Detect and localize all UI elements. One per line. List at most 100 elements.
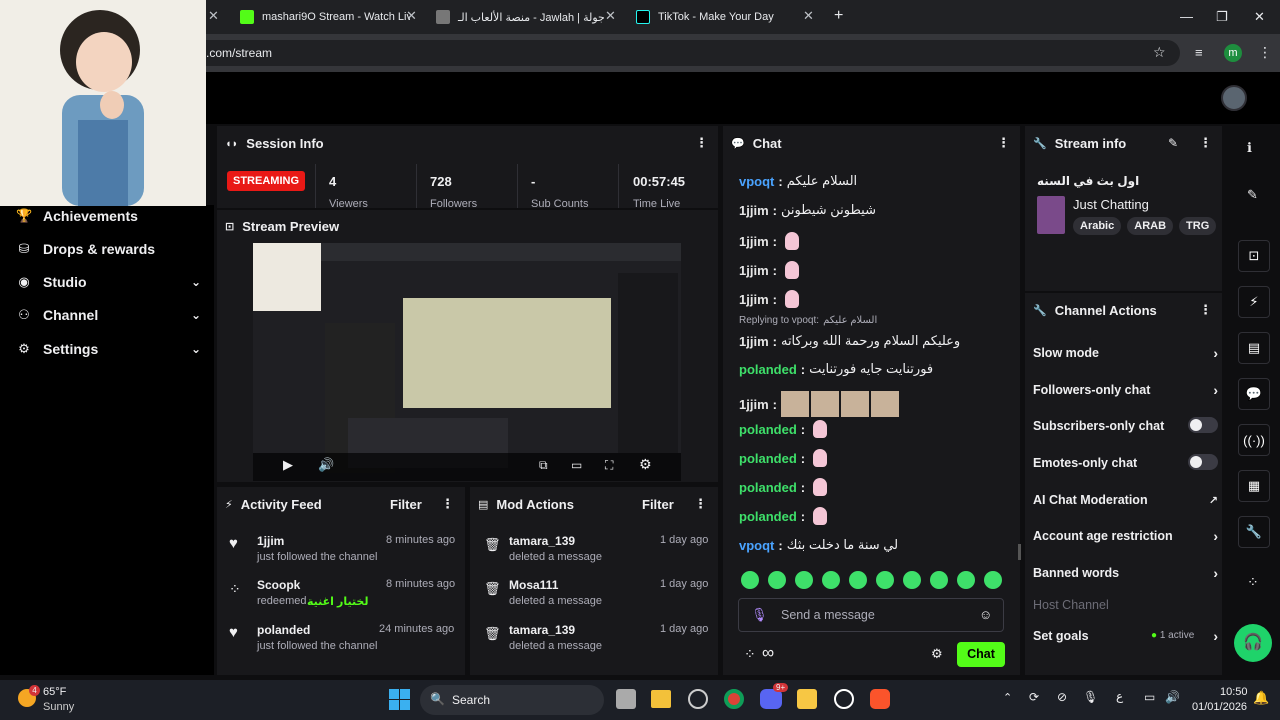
banned-words-action[interactable]: Banned words › [1033,565,1218,581]
volume-icon[interactable]: 🔊 [318,457,334,473]
nav-studio[interactable]: ◉ Studio ⌄ [16,274,201,290]
emoji-picker-icon[interactable]: ☺ [979,607,992,622]
quick-emote-icon[interactable] [795,571,813,589]
slow-mode-action[interactable]: Slow mode › [1033,345,1218,361]
send-chat-button[interactable]: Chat [957,642,1005,667]
chat-username[interactable]: polanded [739,480,797,495]
chat-username[interactable]: vpoqt [739,174,774,189]
ai-moderation-action[interactable]: AI Chat Moderation ↗ [1033,493,1218,507]
wrench-icon[interactable]: 🔧 [1238,516,1270,548]
filter-button[interactable]: Filter [390,497,422,512]
document-icon[interactable]: ▤ [1238,332,1270,364]
mod-user[interactable]: Mosa111 [509,578,558,592]
quick-emote-icon[interactable] [903,571,921,589]
close-tab-icon[interactable]: ✕ [605,8,616,24]
account-age-action[interactable]: Account age restriction › [1033,528,1218,544]
quick-emote-icon[interactable] [768,571,786,589]
chat-username[interactable]: polanded [739,362,797,377]
reading-list-icon[interactable]: ≡ [1195,45,1203,60]
close-tab-icon[interactable]: ✕ [406,8,417,24]
app-icon[interactable] [688,689,708,709]
play-icon[interactable]: ▶ [283,457,293,473]
more-options-icon[interactable]: ⋮ [441,496,454,512]
more-options-icon[interactable]: ⋮ [1199,302,1212,318]
task-view-icon[interactable] [616,689,636,709]
quick-emote-icon[interactable] [822,571,840,589]
discord-icon[interactable] [760,689,782,709]
chat-settings-icon[interactable]: ⚙ [931,646,943,662]
more-options-icon[interactable]: ⋮ [997,135,1010,151]
activity-user[interactable]: polanded [257,623,310,637]
chat-username[interactable]: 1jjim [739,292,769,307]
reply-context[interactable]: Replying to vpoqt: السلام عليكم [739,315,877,326]
chevron-up-icon[interactable]: ⌃ [1003,691,1012,704]
chrome-icon[interactable] [724,689,744,709]
mod-user[interactable]: tamara_139 [509,534,575,548]
chat-username[interactable]: polanded [739,451,797,466]
tag[interactable]: ARAB [1127,217,1174,235]
profile-avatar[interactable]: m [1224,44,1242,62]
clock-time[interactable]: 10:50 [1220,686,1248,698]
close-tab-icon[interactable]: ✕ [803,8,814,24]
minimize-icon[interactable]: — [1180,9,1193,24]
browser-menu-icon[interactable]: ⋮ [1258,44,1272,61]
chat-input[interactable]: 🎙 Send a message ☺ [738,598,1004,632]
display-icon[interactable]: ▭ [1144,690,1155,704]
obs-icon[interactable] [834,689,854,709]
close-tab-icon[interactable]: ✕ [208,8,219,24]
taskbar-search[interactable]: 🔍 Search [420,685,604,715]
notification-bell-icon[interactable]: 🔔 [1253,690,1269,706]
chat-username[interactable]: polanded [739,509,797,524]
file-explorer-icon[interactable] [651,690,671,708]
chat-username[interactable]: vpoqt [739,538,774,553]
subscribers-only-toggle[interactable] [1188,417,1218,433]
brave-icon[interactable] [870,689,890,709]
volume-icon[interactable]: 🔊 [1165,690,1180,704]
chat-username[interactable]: 1jjim [739,263,769,278]
quick-emote-icon[interactable] [849,571,867,589]
set-goals-action[interactable]: Set goals ● 1 active › [1033,628,1218,644]
clock-date[interactable]: 01/01/2026 [1192,701,1247,713]
network-icon[interactable]: ⊘ [1057,690,1067,704]
windows-start-icon[interactable] [389,689,411,711]
tag[interactable]: TRG [1179,217,1217,235]
info-icon[interactable]: ℹ [1247,140,1252,156]
fullscreen-icon[interactable]: ⛶ [605,458,613,473]
bookmark-star-icon[interactable]: ☆ [1153,44,1166,61]
nav-channel[interactable]: ⚇ Channel ⌄ [16,307,201,323]
maximize-icon[interactable]: ❐ [1216,9,1228,25]
quick-emote-icon[interactable] [741,571,759,589]
settings-icon[interactable]: ⚙ [639,456,652,473]
emotes-only-toggle[interactable] [1188,454,1218,470]
edit-pencil-icon[interactable]: ✎ [1168,136,1178,150]
microphone-icon[interactable]: 🎙 [751,607,768,623]
user-avatar[interactable] [1221,85,1247,111]
filter-button[interactable]: Filter [642,497,674,512]
chat-username[interactable]: 1jjim [739,334,769,349]
tab-jawlah[interactable]: منصة الألعاب الـ - Jawlah | جولة [436,6,606,28]
theater-icon[interactable]: ▭ [571,458,582,472]
mod-user[interactable]: tamara_139 [509,623,575,637]
sync-icon[interactable]: ⟳ [1029,690,1039,704]
followers-only-action[interactable]: Followers-only chat › [1033,382,1218,398]
mic-icon[interactable]: 🎙 [1083,690,1098,704]
more-options-icon[interactable]: ⋮ [695,135,708,151]
chat-bubble-icon[interactable]: 💬 [1238,378,1270,410]
quick-emote-icon[interactable] [876,571,894,589]
more-options-icon[interactable]: ⋮ [694,496,707,512]
support-headset-icon[interactable]: 🎧 [1234,624,1272,662]
tag[interactable]: Arabic [1073,217,1122,235]
quick-emote-icon[interactable] [957,571,975,589]
new-tab-icon[interactable]: + [834,7,843,25]
layout-icon[interactable]: ▦ [1238,470,1270,502]
pip-icon[interactable]: ⧉ [539,458,548,473]
category-name[interactable]: Just Chatting [1073,197,1149,212]
url-input[interactable]: .com/stream [190,40,1180,66]
broadcast-icon[interactable]: ((·)) [1238,424,1270,456]
nav-achievements[interactable]: 🏆 Achievements [16,208,201,224]
quick-emote-icon[interactable] [930,571,948,589]
tab-kick[interactable]: mashari9O Stream - Watch Live [240,6,410,28]
activity-user[interactable]: 1jjim [257,534,284,548]
channel-points-icon[interactable]: ⁘ [1247,574,1259,591]
nav-settings[interactable]: ⚙ Settings ⌄ [16,341,201,357]
